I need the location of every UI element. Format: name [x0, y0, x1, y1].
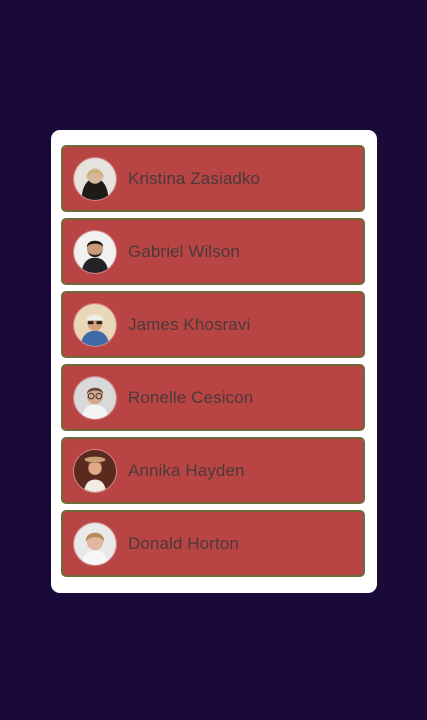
contact-item[interactable]: Gabriel Wilson [61, 218, 365, 285]
contact-name: Annika Hayden [128, 460, 245, 480]
contact-name: Gabriel Wilson [128, 241, 240, 261]
contact-name: Ronelle Cesicon [128, 387, 254, 407]
avatar [73, 302, 117, 347]
contact-item[interactable]: Donald Horton [61, 510, 365, 577]
avatar [73, 448, 117, 493]
avatar [73, 375, 117, 420]
contacts-card: Kristina Zasiadko Gabriel Wilson James K… [51, 130, 377, 593]
contact-name: Donald Horton [128, 533, 239, 553]
contact-item[interactable]: Kristina Zasiadko [61, 145, 365, 212]
contact-item[interactable]: Ronelle Cesicon [61, 364, 365, 431]
contact-item[interactable]: Annika Hayden [61, 437, 365, 504]
contact-name: Kristina Zasiadko [128, 168, 261, 188]
contact-item[interactable]: James Khosravi [61, 291, 365, 358]
avatar [73, 229, 117, 274]
contact-name: James Khosravi [128, 314, 251, 334]
avatar [73, 156, 117, 201]
avatar [73, 521, 117, 566]
